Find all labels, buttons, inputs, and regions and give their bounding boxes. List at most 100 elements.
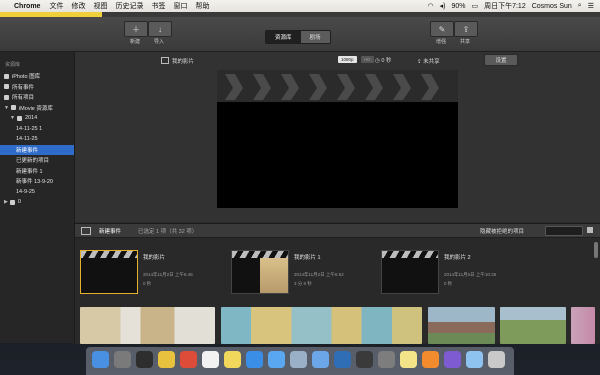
sidebar-item-label: 2014 xyxy=(24,115,38,122)
folder-icon xyxy=(9,199,15,205)
sidebar-item-label: 0 xyxy=(17,199,21,206)
new-button[interactable]: ＋ xyxy=(124,21,148,37)
video-clip[interactable] xyxy=(500,307,566,344)
project-item[interactable]: 我的影片 1 2014年11月2日 上午6:52 3 分 8 秒 xyxy=(231,250,371,294)
launchpad-icon[interactable] xyxy=(114,351,131,368)
disclosure-triangle-icon[interactable]: ▶ xyxy=(4,199,8,205)
activity-icon[interactable] xyxy=(356,351,373,368)
sidebar-item[interactable]: 新建事件 1 xyxy=(0,166,74,177)
grid-view-icon[interactable] xyxy=(587,227,593,233)
menu-edit[interactable]: 修改 xyxy=(71,1,85,11)
event-title: 新建事件 xyxy=(99,229,122,235)
video-clip[interactable] xyxy=(221,307,422,344)
sidebar-item[interactable]: 14-11-25 xyxy=(0,134,74,145)
sidebar-item[interactable]: 14-11-25 1 xyxy=(0,124,74,135)
sidebar-item-label: iMovie 资源库 xyxy=(18,105,53,112)
sidebar-item-label: 所有事件 xyxy=(12,84,35,91)
clip-strip xyxy=(80,307,595,347)
project-thumbnail[interactable] xyxy=(80,250,138,294)
duration: ◷ 0 秒 xyxy=(375,56,391,64)
share-button[interactable]: ⇪ xyxy=(454,21,478,37)
preview-canvas[interactable] xyxy=(217,70,458,208)
selection-count: 已选定 1 项（共 32 项） xyxy=(138,229,198,235)
resolution-badge: 1080p xyxy=(338,56,357,63)
import-label: 导入 xyxy=(153,39,164,45)
sidebar-item[interactable]: 新事件 13-9-20 xyxy=(0,176,74,187)
sidebar-item[interactable]: iPhoto 图库 xyxy=(0,71,74,82)
pages-icon[interactable] xyxy=(422,351,439,368)
search-input[interactable] xyxy=(545,226,583,236)
project-date: 2014年11月2日 上午6:52 xyxy=(294,272,344,277)
mission-control-icon[interactable] xyxy=(136,351,153,368)
preview-icon[interactable] xyxy=(290,351,307,368)
finder-icon[interactable] xyxy=(92,351,109,368)
safari-icon[interactable] xyxy=(268,351,285,368)
browser-scrollbar[interactable] xyxy=(594,242,598,258)
project-thumbnail[interactable] xyxy=(231,250,289,294)
project-title: 我的影片 xyxy=(172,59,195,65)
dock xyxy=(86,347,514,375)
mail-icon[interactable] xyxy=(312,351,329,368)
sidebar-item[interactable]: 新建事件 xyxy=(0,144,74,155)
video-clip[interactable] xyxy=(80,307,215,344)
battery-icon[interactable]: ▭ xyxy=(471,2,478,10)
viewer: 我的影片 1080p HD ◷ 0 秒 ⇪ 未共享 设置 xyxy=(75,52,600,222)
notes-icon[interactable] xyxy=(224,351,241,368)
clock[interactable]: 周日下午7:12 xyxy=(484,1,526,11)
menu-bar: Chrome 文件 修改 视图 历史记录 书签 窗口 帮助 ◠ ◂) 90% ▭… xyxy=(0,0,600,12)
stickies-icon[interactable] xyxy=(400,351,417,368)
sidebar-item-label: 所有项目 xyxy=(12,95,35,102)
import-button[interactable]: ↓ xyxy=(148,21,172,37)
menu-history[interactable]: 历史记录 xyxy=(115,1,143,11)
tab-theater[interactable]: 剧场 xyxy=(300,31,330,43)
project-item[interactable]: 我的影片 2 2014年11月5日 上午10:26 0 秒 xyxy=(381,250,521,294)
tab-library[interactable]: 资源库 xyxy=(266,31,301,43)
hd-badge: HD xyxy=(361,56,374,63)
settings-button[interactable]: 设置 xyxy=(484,54,518,66)
trash-icon[interactable] xyxy=(488,351,505,368)
duration-text: 0 秒 xyxy=(381,58,392,64)
disclosure-triangle-icon[interactable]: ▼ xyxy=(10,115,15,121)
chrome-icon[interactable] xyxy=(180,351,197,368)
keynote-icon[interactable] xyxy=(334,351,351,368)
imovie-window: ＋ 新建 ↓ 导入 资源库 剧场 ✎ 增强 ⇪ 共享 资源库 iPhoto 图库… xyxy=(0,12,600,344)
enhance-button[interactable]: ✎ xyxy=(430,21,454,37)
project-item[interactable]: 我的影片 2014年11月2日 上午6:46 0 秒 xyxy=(80,250,220,294)
menu-bookmarks[interactable]: 书签 xyxy=(151,1,165,11)
user-name[interactable]: Cosmos Sun xyxy=(532,3,572,10)
menu-view[interactable]: 视图 xyxy=(93,1,107,11)
sidebar-toggle-icon[interactable] xyxy=(81,227,91,235)
project-thumbnail[interactable] xyxy=(381,250,439,294)
sidebar-item[interactable]: 14-9-25 xyxy=(0,187,74,198)
video-clip[interactable] xyxy=(428,307,495,344)
project-duration: 0 秒 xyxy=(143,281,152,286)
wifi-icon[interactable]: ◠ xyxy=(427,2,433,10)
video-clip[interactable] xyxy=(571,307,595,344)
hide-rejected-dropdown[interactable]: 隐藏被拒绝的项目 xyxy=(480,227,524,235)
imovie-icon[interactable] xyxy=(444,351,461,368)
messages-icon[interactable] xyxy=(466,351,483,368)
video-frame xyxy=(260,258,288,293)
app-store-icon[interactable] xyxy=(246,351,263,368)
photos-icon[interactable] xyxy=(158,351,175,368)
project-name: 我的影片 1 xyxy=(294,255,321,261)
list-icon[interactable]: ☰ xyxy=(588,2,594,10)
app-menu[interactable]: Chrome xyxy=(14,3,40,10)
menu-window[interactable]: 窗口 xyxy=(173,1,187,11)
sidebar-item[interactable]: 所有项目 xyxy=(0,92,74,103)
menu-help[interactable]: 帮助 xyxy=(195,1,209,11)
sidebar-item[interactable]: 已更新的项目 xyxy=(0,155,74,166)
sidebar-item[interactable]: ▼ 2014 xyxy=(0,113,74,124)
sidebar-item[interactable]: 所有事件 xyxy=(0,82,74,93)
volume-icon[interactable]: ◂) xyxy=(440,2,446,10)
menu-file[interactable]: 文件 xyxy=(49,1,63,11)
sidebar-item[interactable]: ▶ 0 xyxy=(0,197,74,208)
search-icon[interactable]: ⌕ xyxy=(578,2,582,10)
events-icon xyxy=(4,84,9,90)
system-preferences-icon[interactable] xyxy=(378,351,395,368)
calendar-icon[interactable] xyxy=(202,351,219,368)
share-status: ⇪ 未共享 xyxy=(417,57,440,65)
sidebar-item[interactable]: ▼ iMovie 资源库 xyxy=(0,103,74,114)
disclosure-triangle-icon[interactable]: ▼ xyxy=(4,105,9,111)
battery-percent[interactable]: 90% xyxy=(451,3,465,10)
